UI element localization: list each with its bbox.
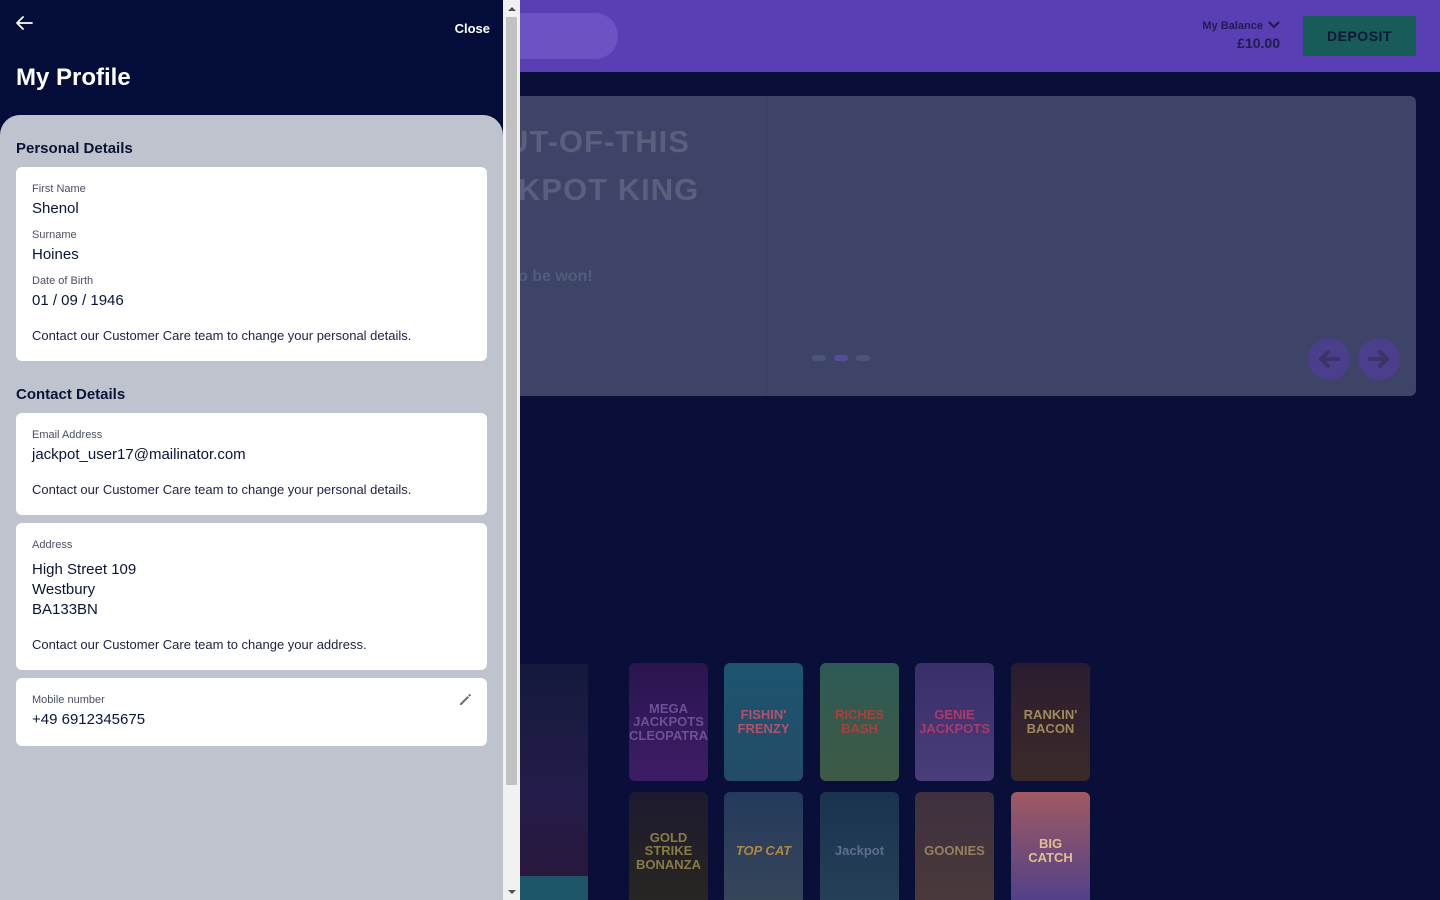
game-tile[interactable]: Jackpot	[820, 792, 899, 900]
address-line-3: BA133BN	[32, 601, 98, 618]
first-name-label: First Name	[32, 183, 86, 195]
email-label: Email Address	[32, 429, 103, 441]
mobile-value: +49 6912345675	[32, 711, 146, 728]
featured-game-tile[interactable]	[512, 664, 588, 900]
address-line-1: High Street 109	[32, 561, 137, 578]
carousel-dot[interactable]	[856, 355, 870, 361]
back-button[interactable]	[12, 13, 36, 37]
email-value: jackpot_user17@mailinator.com	[32, 446, 246, 463]
game-tile[interactable]: RICHES BASH	[820, 663, 899, 781]
profile-panel: Close My Profile Personal Details First …	[0, 0, 503, 900]
pencil-icon[interactable]	[457, 692, 473, 708]
address-line-2: Westbury	[32, 581, 96, 598]
dob-value: 01 / 09 / 1946	[32, 292, 124, 309]
carousel-next-button[interactable]	[1358, 338, 1400, 380]
address-label: Address	[32, 539, 73, 551]
arrow-left-icon	[14, 15, 34, 36]
promo-subtext: o be won!	[518, 268, 593, 285]
email-card: Email Address jackpot_user17@mailinator.…	[16, 413, 487, 515]
panel-body: Personal Details First Name Shenol Surna…	[0, 115, 503, 900]
personal-details-heading: Personal Details	[16, 140, 133, 157]
scrollbar-thumb[interactable]	[506, 17, 517, 785]
game-tile[interactable]: BIG CATCH	[1011, 792, 1090, 900]
scroll-up-arrow-icon[interactable]	[503, 0, 520, 17]
promo-headline-line2: KPOT KING	[518, 172, 700, 207]
game-tile[interactable]: GENIE JACKPOTS	[915, 663, 994, 781]
email-note: Contact our Customer Care team to change…	[32, 482, 412, 497]
panel-scrollbar[interactable]	[503, 0, 520, 900]
contact-details-heading: Contact Details	[16, 386, 126, 403]
balance-label: My Balance	[1202, 20, 1263, 32]
game-tile[interactable]: RANKIN' BACON	[1011, 663, 1090, 781]
address-note: Contact our Customer Care team to change…	[32, 637, 367, 652]
mobile-card: Mobile number +49 6912345675	[16, 678, 487, 746]
balance-value: £10.00	[1237, 35, 1280, 51]
deposit-button[interactable]: DEPOSIT	[1303, 16, 1416, 56]
carousel-dots	[812, 355, 870, 361]
personal-details-card: First Name Shenol Surname Hoines Date of…	[16, 167, 487, 361]
first-name-value: Shenol	[32, 200, 79, 217]
surname-value: Hoines	[32, 246, 79, 263]
game-tile[interactable]: FISHIN' FRENZY	[724, 663, 803, 781]
game-tile[interactable]: TOP CAT	[724, 792, 803, 900]
surname-label: Surname	[32, 229, 77, 241]
carousel-dot[interactable]	[812, 355, 826, 361]
carousel-dot-active[interactable]	[834, 355, 848, 361]
game-tile[interactable]: MEGA JACKPOTS CLEOPATRA	[629, 663, 708, 781]
balance-widget[interactable]: My Balance £10.00	[1180, 18, 1280, 51]
chevron-down-icon	[1268, 18, 1280, 32]
carousel-prev-button[interactable]	[1308, 338, 1350, 380]
game-tile[interactable]: GOONIES	[915, 792, 994, 900]
address-card: Address High Street 109 Westbury BA133BN…	[16, 523, 487, 670]
page-title: My Profile	[16, 64, 131, 91]
scroll-down-arrow-icon[interactable]	[503, 883, 520, 900]
promo-headline-line1: UT-OF-THIS	[506, 124, 690, 159]
personal-details-note: Contact our Customer Care team to change…	[32, 328, 412, 343]
mobile-label: Mobile number	[32, 694, 105, 706]
promo-banner[interactable]: UT-OF-THIS KPOT KING o be won!	[470, 96, 1416, 396]
dob-label: Date of Birth	[32, 275, 94, 287]
close-button[interactable]: Close	[440, 18, 490, 38]
game-tile[interactable]: GOLD STRIKE BONANZA	[629, 792, 708, 900]
